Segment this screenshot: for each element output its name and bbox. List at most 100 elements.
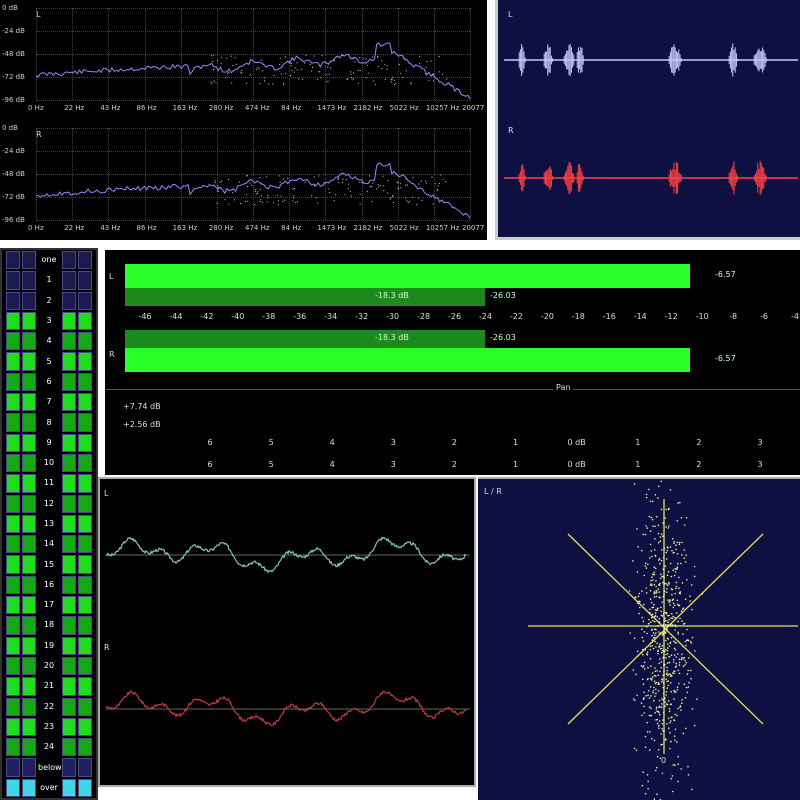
level-scale-tick: -20 [540, 312, 554, 321]
channel-meter-segment [6, 311, 20, 331]
channel-meter-segment [6, 352, 20, 371]
channel-meter-label: 22 [43, 701, 55, 711]
channel-meter-segment [22, 291, 36, 310]
level-scale-tick: -4 [791, 312, 799, 321]
pan-tick: 1 [513, 460, 519, 469]
channel-meter-segment [62, 474, 76, 493]
channel-meter-segment [22, 555, 36, 574]
channel-meter-label: 5 [46, 356, 52, 366]
channel-meter-label: 3 [46, 316, 52, 326]
channel-meter-segment [6, 453, 20, 473]
channel-meter-label: 10 [43, 458, 55, 468]
channel-meter-segment [78, 616, 92, 635]
channel-meter-label: 15 [43, 559, 55, 569]
channel-meter-segment [78, 656, 92, 676]
channel-meter-segment [6, 738, 20, 757]
channel-meter-label: 24 [43, 742, 55, 752]
channel-meter-segment [62, 332, 76, 351]
channel-meter-segment [62, 778, 76, 797]
channel-meter-segment [78, 717, 92, 737]
level-scale-tick: -42 [200, 312, 214, 321]
channel-meter-segment [22, 332, 36, 351]
channel-meter-segment [78, 251, 92, 270]
channel-meter-segment [6, 474, 20, 493]
channel-meter-segment [6, 251, 20, 270]
channel-meter-segment [78, 636, 92, 655]
channel-meter-label: 6 [46, 376, 52, 386]
channel-meter-segment [6, 636, 20, 655]
channel-meter-segment [6, 555, 20, 574]
channel-meter-segment [78, 514, 92, 534]
pan-ticks-row-2: 6 5 4 3 2 1 0 dB 1 2 3 [105, 460, 800, 472]
channel-meter-segment [22, 433, 36, 452]
vectorscope-panel: L / R 0 [478, 477, 800, 800]
peak-bar-r [125, 348, 690, 372]
channel-meter-segment [22, 393, 36, 412]
channel-meter-segment [78, 494, 92, 513]
channel-meter-segment [22, 535, 36, 554]
channel-meter-segment [62, 677, 76, 696]
spectrum-curve-r [35, 162, 471, 219]
spectrum-curve-l [35, 42, 471, 99]
pan-tick: 1 [513, 438, 519, 447]
vectorscope-zero: 0 [661, 756, 667, 765]
channel-meter-segment [22, 636, 36, 655]
rms-value-l: -26.03 [490, 291, 516, 300]
channel-meter-label: 20 [43, 661, 55, 671]
channel-meter-label: 1 [46, 275, 52, 285]
channel-meter-segment [62, 738, 76, 757]
channel-meter-label: 17 [43, 600, 55, 610]
channel-meter-segment [62, 717, 76, 737]
channel-meter-segment [6, 616, 20, 635]
level-label-l: L [109, 272, 114, 281]
level-scale-tick: -24 [478, 312, 492, 321]
waveform-panel: L R [495, 0, 800, 240]
peak-bar-l [125, 264, 690, 288]
channel-meter-segment [78, 433, 92, 452]
channel-meter-segment [62, 575, 76, 595]
channel-meter-grid: one 1 2 3 4 5 6 7 8 9 10 11 12 13 14 15 16 17 18 19 20 21 22 23… [2, 250, 96, 798]
vectorscope-graph [528, 480, 798, 800]
channel-meter-segment [78, 575, 92, 595]
spectrum-left: L 0 dB -24 dB -48 dB -72 dB -96 dB 0 Hz 22 Hz 4… [0, 0, 487, 120]
pan-tick: 0 dB [567, 438, 586, 447]
channel-meter-segment [62, 616, 76, 635]
channel-meter-label: 23 [43, 721, 55, 731]
channel-meter-segment [6, 393, 20, 412]
channel-meter-segment [22, 271, 36, 290]
channel-meter-segment [78, 738, 92, 757]
channel-meter-segment [62, 372, 76, 392]
channel-meter-label: over [40, 782, 58, 792]
channel-meter-segment [78, 697, 92, 716]
level-scale-tick: -10 [695, 312, 709, 321]
channel-meter-segment [22, 474, 36, 493]
pan-tick: 5 [268, 460, 274, 469]
level-scale-tick: -18 [571, 312, 585, 321]
channel-meter-segment [6, 596, 20, 615]
level-scale-tick: -28 [417, 312, 431, 321]
channel-meter-segment [62, 494, 76, 513]
channel-meter-segment [22, 697, 36, 716]
channel-meter-segment [78, 393, 92, 412]
channel-meter-segment [22, 494, 36, 513]
channel-meter-segment [62, 413, 76, 432]
pan-tick: 6 [207, 438, 213, 447]
channel-meter-segment [6, 677, 20, 696]
level-scale-tick: -12 [664, 312, 678, 321]
channel-meter-segment [22, 311, 36, 331]
pan-label: Pan [553, 383, 574, 392]
channel-meter-segment [6, 514, 20, 534]
channel-meter-segment [22, 677, 36, 696]
channel-meter-label: 21 [43, 681, 55, 691]
channel-meter-segment [62, 251, 76, 270]
channel-meter-segment [6, 575, 20, 595]
level-scale-tick: -26 [447, 312, 462, 321]
channel-meter-segment [6, 271, 20, 290]
channel-meter-segment [62, 433, 76, 452]
channel-meter-segment [6, 535, 20, 554]
pan-tick: 4 [329, 438, 335, 447]
level-scale-tick: -16 [602, 312, 616, 321]
channel-meter-segment [78, 332, 92, 351]
channel-meter-segment [22, 413, 36, 432]
channel-meter-segment [62, 393, 76, 412]
